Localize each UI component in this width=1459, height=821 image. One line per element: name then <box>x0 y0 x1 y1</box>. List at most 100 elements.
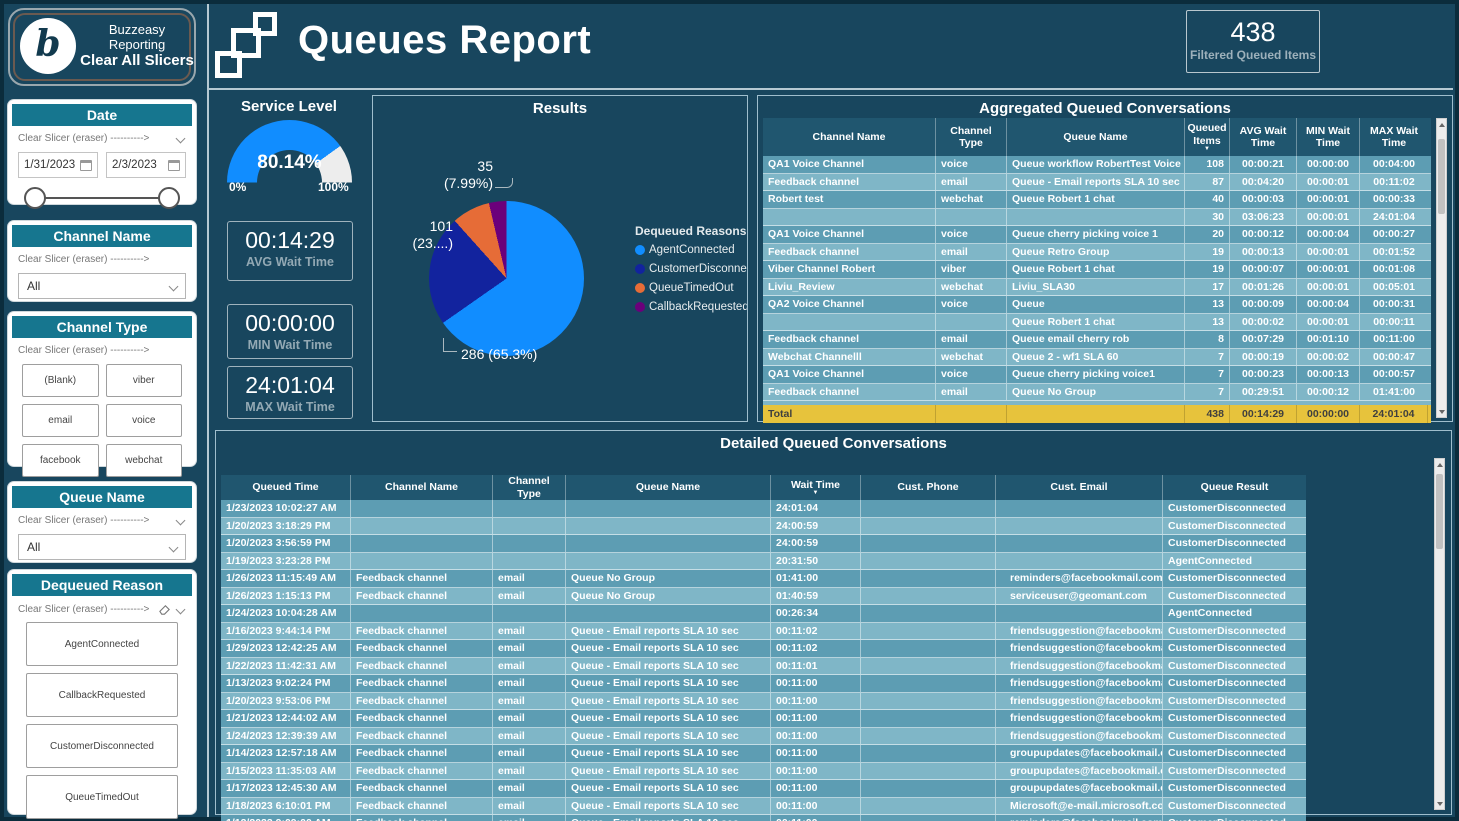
chevron-down-icon[interactable] <box>176 516 186 526</box>
chevron-down-icon[interactable] <box>176 134 186 144</box>
table-row[interactable]: Feedback channelemailQueue - Email repor… <box>763 174 1431 192</box>
table-row[interactable]: Queue Robert 1 chat1300:00:0200:00:0100:… <box>763 314 1431 332</box>
column-header[interactable]: Channel Type <box>936 118 1007 156</box>
legend-item-queuetimedout[interactable]: QueueTimedOut <box>635 282 747 294</box>
slicer-option-facebook[interactable]: facebook <box>22 444 99 477</box>
date-clear-slicer-row[interactable]: Clear Slicer (eraser) ----------> <box>8 126 196 146</box>
table-row[interactable]: Feedback channelemailQueue Retro Group19… <box>763 244 1431 262</box>
clear-all-slicers-button[interactable]: b Buzzeasy Reporting Clear All Slicers <box>8 8 196 86</box>
detailed-table-scrollbar[interactable] <box>1434 458 1445 810</box>
table-row[interactable]: 1/29/2023 12:42:25 AMFeedback channelema… <box>221 640 1306 658</box>
slicer-option-email[interactable]: email <box>22 404 99 437</box>
aggregated-table-scrollbar[interactable] <box>1436 118 1447 418</box>
min-wait-time-value: 00:00:00 <box>228 310 352 337</box>
scroll-down-arrow[interactable] <box>1437 406 1446 417</box>
column-header[interactable]: MIN Wait Time <box>1297 118 1360 156</box>
channel-name-dropdown[interactable]: All <box>18 273 186 299</box>
table-row[interactable]: 1/21/2023 12:44:02 AMFeedback channelema… <box>221 710 1306 728</box>
column-header[interactable]: Queue Result <box>1163 475 1306 500</box>
slicer-option-agentconnected[interactable]: AgentConnected <box>26 622 178 666</box>
table-row[interactable]: 1/19/2023 3:23:28 PM20:31:50AgentConnect… <box>221 553 1306 571</box>
column-header[interactable]: Queue Name <box>1007 118 1185 156</box>
clear-slicer-label[interactable]: Clear Slicer (eraser) ----------> <box>18 133 149 144</box>
column-header[interactable]: Cust. Email <box>996 475 1163 500</box>
table-row[interactable]: QA2 Voice ChannelvoiceQueue1300:00:0900:… <box>763 296 1431 314</box>
chevron-down-icon[interactable] <box>169 281 179 291</box>
date-start-input[interactable]: 1/31/2023 <box>18 152 98 178</box>
table-row[interactable]: Feedback channelemailQueue No Group700:2… <box>763 384 1431 402</box>
scroll-down-arrow[interactable] <box>1435 798 1444 809</box>
clear-all-slicers-label[interactable]: Clear All Slicers <box>78 52 196 69</box>
column-header[interactable]: AVG Wait Time <box>1230 118 1297 156</box>
column-header[interactable]: Wait Time▼ <box>771 475 861 500</box>
table-row[interactable]: 1/16/2023 9:44:14 PMFeedback channelemai… <box>221 623 1306 641</box>
table-cell: voice <box>936 226 1007 243</box>
table-cell: 17 <box>1185 279 1230 296</box>
table-row[interactable]: 1/15/2023 11:35:03 AMFeedback channelema… <box>221 763 1306 781</box>
table-row[interactable]: 1/26/2023 1:15:13 PMFeedback channelemai… <box>221 588 1306 606</box>
queue-name-clear-slicer-row[interactable]: Clear Slicer (eraser) ----------> <box>8 508 196 528</box>
queue-name-dropdown[interactable]: All <box>18 534 186 560</box>
table-row[interactable]: 3003:06:2300:00:0124:01:04 <box>763 209 1431 227</box>
calendar-icon[interactable] <box>168 160 180 171</box>
slider-track[interactable] <box>32 197 172 199</box>
column-header[interactable]: Queued Time <box>221 475 351 500</box>
column-header[interactable]: Channel Type <box>493 475 566 500</box>
dequeued-reason-clear-slicer-row[interactable]: Clear Slicer (eraser) ----------> <box>8 596 196 618</box>
slider-handle-end[interactable] <box>158 187 180 209</box>
table-row[interactable]: Robert testwebchatQueue Robert 1 chat400… <box>763 191 1431 209</box>
table-row[interactable]: 1/20/2023 3:18:29 PM24:00:59CustomerDisc… <box>221 518 1306 536</box>
slicer-option-customerdisconnected[interactable]: CustomerDisconnected <box>26 724 178 768</box>
table-row[interactable]: 1/22/2023 11:42:31 AMFeedback channelema… <box>221 658 1306 676</box>
table-row[interactable]: 1/23/2023 10:02:27 AM24:01:04CustomerDis… <box>221 500 1306 518</box>
legend-item-callbackrequested[interactable]: CallbackRequested <box>635 301 747 313</box>
calendar-icon[interactable] <box>80 160 92 171</box>
slicer-option--blank-[interactable]: (Blank) <box>22 364 99 397</box>
table-row[interactable]: 1/24/2023 12:39:39 AMFeedback channelema… <box>221 728 1306 746</box>
slider-handle-start[interactable] <box>24 187 46 209</box>
table-row[interactable]: 1/18/2023 6:10:01 PMFeedback channelemai… <box>221 798 1306 816</box>
slicer-option-webchat[interactable]: webchat <box>106 444 183 477</box>
table-row[interactable]: Viber Channel RobertviberQueue Robert 1 … <box>763 261 1431 279</box>
scroll-up-arrow[interactable] <box>1437 119 1446 130</box>
table-row[interactable]: 1/12/2023 9:09:00 AMFeedback channelemai… <box>221 815 1306 821</box>
column-header[interactable]: Queued Items▼ <box>1185 118 1230 156</box>
scrollbar-thumb[interactable] <box>1438 139 1445 214</box>
table-row[interactable]: QA1 Voice ChannelvoiceQueue workflow Rob… <box>763 156 1431 174</box>
slicer-option-voice[interactable]: voice <box>106 404 183 437</box>
column-header[interactable]: Cust. Phone <box>861 475 996 500</box>
table-row[interactable]: 1/14/2023 12:57:18 AMFeedback channelema… <box>221 745 1306 763</box>
chevron-down-icon[interactable] <box>169 542 179 552</box>
legend-item-customerdisconnected[interactable]: CustomerDisconne... <box>635 263 747 275</box>
date-end-input[interactable]: 2/3/2023 <box>106 152 186 178</box>
table-row[interactable]: Total43800:14:2900:00:0024:01:04 <box>763 405 1431 423</box>
eraser-icon[interactable] <box>158 603 171 616</box>
table-row[interactable]: Webchat ChannelllwebchatQueue 2 - wf1 SL… <box>763 349 1431 367</box>
table-row[interactable]: Feedback channelemailQueue email cherry … <box>763 331 1431 349</box>
scroll-up-arrow[interactable] <box>1435 459 1444 470</box>
legend-item-agentconnected[interactable]: AgentConnected <box>635 244 747 256</box>
table-row[interactable]: 1/17/2023 12:45:30 AMFeedback channelema… <box>221 780 1306 798</box>
column-header[interactable]: Channel Name <box>351 475 493 500</box>
scrollbar-thumb[interactable] <box>1436 474 1443 549</box>
table-cell: 24:01:04 <box>1360 405 1428 423</box>
slicer-option-queuetimedout[interactable]: QueueTimedOut <box>26 775 178 819</box>
column-header[interactable]: Queue Name <box>566 475 771 500</box>
channel-type-clear-slicer-row[interactable]: Clear Slicer (eraser) ----------> <box>8 338 196 358</box>
table-row[interactable]: QA1 Voice ChannelvoiceQueue cherry picki… <box>763 366 1431 384</box>
slicer-option-viber[interactable]: viber <box>106 364 183 397</box>
chevron-down-icon[interactable] <box>176 605 186 615</box>
table-cell: friendsuggestion@facebookmail.com <box>996 640 1163 657</box>
table-row[interactable]: QA1 Voice ChannelvoiceQueue cherry picki… <box>763 226 1431 244</box>
date-range-slider[interactable] <box>22 182 182 216</box>
table-row[interactable]: 1/13/2023 9:02:24 PMFeedback channelemai… <box>221 675 1306 693</box>
column-header[interactable]: MAX Wait Time <box>1360 118 1428 156</box>
slicer-option-callbackrequested[interactable]: CallbackRequested <box>26 673 178 717</box>
column-header[interactable]: Channel Name <box>763 118 936 156</box>
table-row[interactable]: 1/24/2023 10:04:28 AM00:26:34AgentConnec… <box>221 605 1306 623</box>
table-row[interactable]: 1/26/2023 11:15:49 AMFeedback channelema… <box>221 570 1306 588</box>
table-row[interactable]: 1/20/2023 3:56:59 PM24:00:59CustomerDisc… <box>221 535 1306 553</box>
table-row[interactable]: 1/20/2023 9:53:06 PMFeedback channelemai… <box>221 693 1306 711</box>
table-row[interactable]: Liviu_ReviewwebchatLiviu_SLA301700:01:26… <box>763 279 1431 297</box>
channel-name-clear-slicer-row[interactable]: Clear Slicer (eraser) ----------> <box>8 247 196 267</box>
